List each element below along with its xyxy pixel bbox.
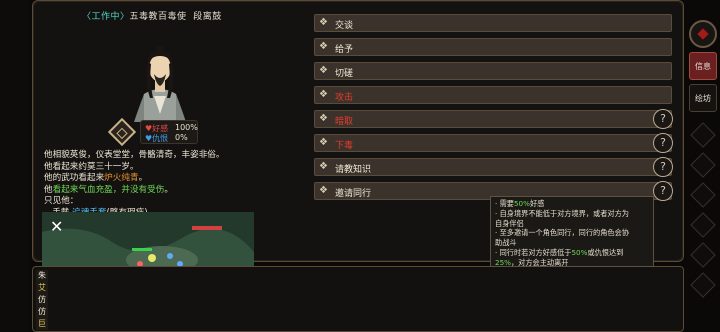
left-edge (0, 0, 30, 332)
menu-item-attack[interactable]: ❖ 攻击 (314, 86, 672, 104)
desc-health-suffix: 。 (164, 184, 173, 195)
tooltip-text: ，对方会主动离开 (510, 257, 569, 267)
menu-item-steal[interactable]: ❖ 暗取 ? (314, 109, 673, 129)
diamond-bullet-icon: ❖ (319, 41, 328, 52)
rail-diamond-icon (690, 152, 716, 178)
bottom-left-char: 仿 (38, 295, 46, 304)
desc-martial-level: 炉火纯青 (104, 173, 139, 183)
desc-equipment-intro: 只见他： (44, 196, 79, 206)
desc-health-state: 看起来气血充盈，并没有受伤 (52, 184, 165, 195)
tooltip-text: 好感 (529, 199, 545, 208)
tab-info[interactable]: 信息 (689, 52, 717, 80)
tooltip-line: 25%，对方会主动离开 (495, 258, 649, 268)
rail-diamond-icon (690, 182, 716, 208)
diamond-bullet-icon: ❖ (319, 113, 328, 124)
desc-martial: 他的武功看起来炉火纯青。 (44, 173, 294, 185)
help-icon[interactable]: ? (653, 181, 673, 201)
desc-health-prefix: 他 (44, 184, 53, 195)
diamond-bullet-icon: ❖ (319, 17, 328, 28)
tooltip-line: · 至多邀请一个角色同行，同行的角色会协 (495, 228, 629, 238)
tooltip-highlight: 50% (571, 247, 588, 257)
menu-item-give[interactable]: ❖ 给予 (314, 38, 672, 56)
tooltip-line: · 需要50%好感 (495, 199, 649, 209)
help-icon[interactable]: ? (653, 109, 673, 129)
tooltip-text: · 同行时若对方好感低于 (495, 247, 572, 257)
diamond-bullet-icon: ❖ (319, 185, 328, 196)
menu-item-label: 交谈 (335, 21, 354, 31)
bottom-panel (32, 266, 684, 332)
menu-item-label: 给予 (335, 45, 354, 55)
sect-emblem-icon (689, 20, 717, 48)
tab-book[interactable]: 绘坊 (689, 84, 717, 112)
desc-martial-prefix: 他的武功看起来 (44, 173, 105, 183)
character-name: 段离鼓 (193, 12, 222, 22)
menu-item-label: 下毒 (335, 141, 354, 151)
menu-item-poison[interactable]: ❖ 下毒 ? (314, 133, 673, 153)
tooltip-highlight: 50% (513, 199, 530, 208)
help-icon[interactable]: ? (653, 157, 673, 177)
work-status: 〈工作中〉 (82, 12, 130, 22)
hatred-label: 仇恨 (152, 134, 169, 143)
rail-diamond-icon (690, 272, 716, 298)
right-rail: 信息 绘坊 (686, 0, 720, 332)
character-description: 他相貌英俊，仪表堂堂，骨骼清奇，丰姿非俗。 他看起来约莫三十一岁。 他的武功看起… (44, 150, 294, 219)
menu-item-label: 邀请同行 (335, 189, 372, 199)
bottom-left-char: 巨 (38, 319, 46, 328)
hatred-value: 0% (175, 133, 188, 142)
invite-tooltip: · 需要50%好感 · 自身境界不能低于对方境界，或者对方为 自身伴侣 · 至多… (490, 196, 654, 267)
tooltip-line: 助战斗 (495, 238, 517, 248)
character-header: 〈工作中〉五毒教百毒使 段离鼓 (82, 9, 222, 22)
bottom-left-char: 朱 (38, 271, 46, 280)
rail-diamond-icon (690, 122, 716, 148)
diamond-bullet-icon: ❖ (319, 137, 328, 148)
rail-diamond-icon (690, 212, 716, 238)
help-icon[interactable]: ? (653, 133, 673, 153)
tooltip-line: · 自身境界不能低于对方境界，或者对方为 (495, 208, 629, 218)
menu-item-label: 暗取 (335, 117, 354, 127)
menu-item-chat[interactable]: ❖ 交谈 (314, 14, 672, 32)
bottom-left-tab[interactable]: 朱 艾 仿 仿 巨 (36, 270, 48, 330)
close-video-icon[interactable]: ✕ (50, 219, 63, 235)
relation-box: ♥好感 100% ♥仇恨 0% (140, 120, 198, 144)
menu-item-learn[interactable]: ❖ 请教知识 ? (314, 157, 673, 177)
diamond-bullet-icon: ❖ (319, 161, 328, 172)
bottom-left-char: 艾 (38, 283, 46, 292)
desc-appearance: 他相貌英俊，仪表堂堂，骨骼清奇，丰姿非俗。 (44, 150, 225, 160)
faction-role: 五毒教百毒使 (129, 12, 187, 22)
menu-item-label: 切磋 (335, 69, 354, 79)
bottom-left-char: 仿 (38, 307, 46, 316)
menu-item-spar[interactable]: ❖ 切磋 (314, 62, 672, 80)
tooltip-text: · 需要 (495, 199, 514, 208)
menu-item-label: 攻击 (335, 93, 354, 103)
favor-value: 100% (175, 123, 198, 132)
character-portrait (134, 46, 186, 122)
rail-diamond-icon (690, 242, 716, 268)
diamond-bullet-icon: ❖ (319, 65, 328, 76)
favor-label: 好感 (152, 124, 169, 133)
desc-age: 他看起来约莫三十一岁。 (44, 161, 139, 172)
tooltip-text: 或仇恨达到 (587, 247, 624, 257)
tooltip-highlight: 25% (495, 257, 511, 267)
hatred-row: ♥仇恨 0% (145, 133, 188, 144)
tooltip-line: 自身伴侣 (495, 218, 524, 228)
desc-health: 他看起来气血充盈，并没有受伤。 (44, 185, 294, 197)
tooltip-line: · 同行时若对方好感低于50%或仇恨达到 (495, 248, 649, 258)
menu-item-label: 请教知识 (335, 165, 372, 175)
desc-martial-suffix: 。 (138, 173, 148, 183)
diamond-bullet-icon: ❖ (319, 89, 328, 100)
